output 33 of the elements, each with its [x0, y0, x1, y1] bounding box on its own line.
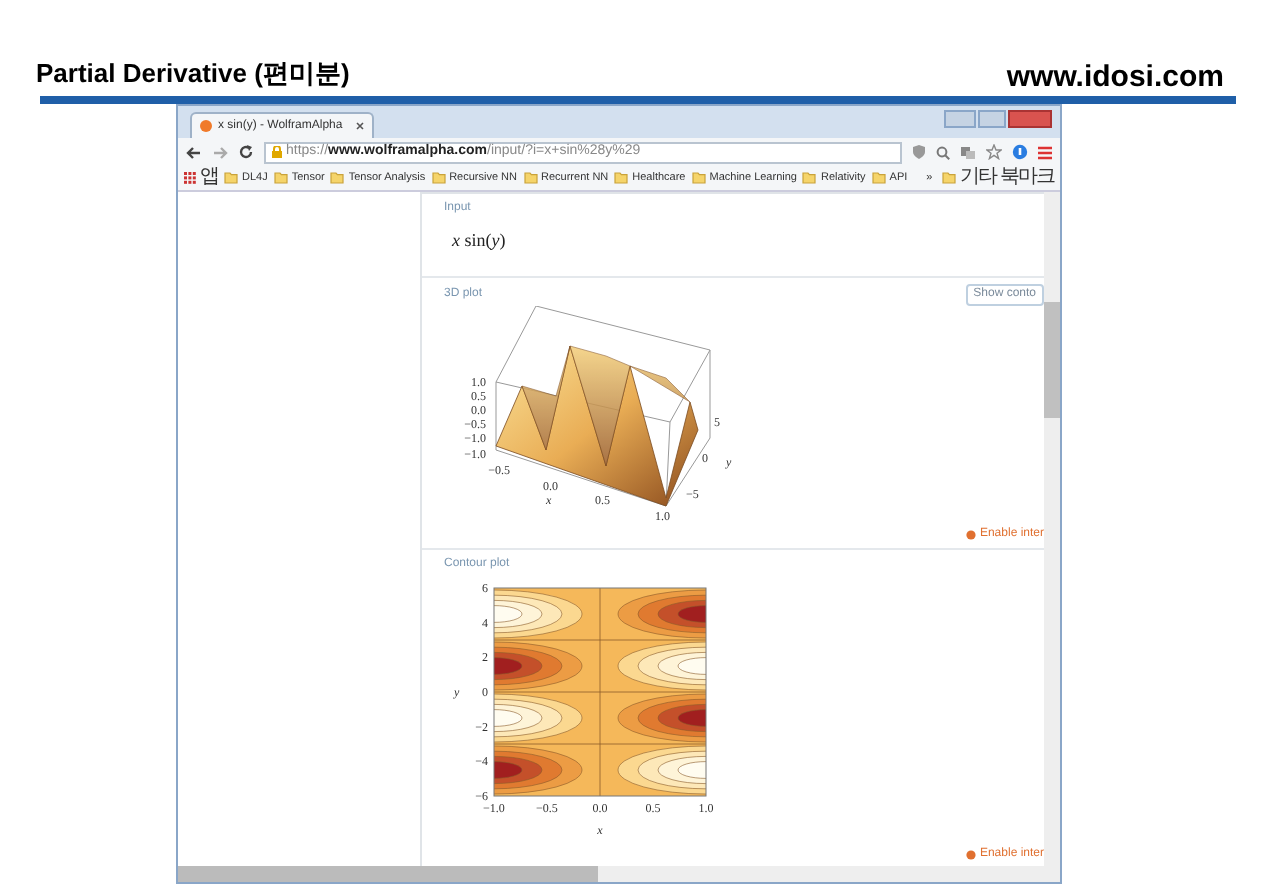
favicon-icon [200, 120, 212, 132]
folder-icon [942, 172, 957, 184]
close-button[interactable] [1008, 110, 1052, 128]
folder-icon [273, 172, 288, 184]
folder-icon [224, 172, 238, 184]
back-icon[interactable] [186, 145, 202, 159]
extension-icon[interactable] [1012, 144, 1028, 160]
search-icon[interactable] [936, 145, 950, 159]
folder-icon [330, 172, 345, 184]
translate-icon[interactable] [960, 145, 976, 159]
folder-icon [871, 172, 886, 184]
horizontal-scrollbar[interactable] [178, 866, 1044, 882]
lock-icon [272, 146, 282, 158]
folder-icon [614, 172, 629, 184]
formula: x sin(y) [449, 228, 508, 254]
folder-icon [431, 172, 446, 184]
site-address: www.idosi.com [1006, 57, 1224, 97]
folder-icon [523, 172, 538, 184]
folder-icon [691, 172, 706, 184]
folder-icon [802, 172, 817, 184]
star-icon[interactable] [986, 144, 1002, 160]
close-icon[interactable] [356, 122, 364, 130]
apps-bookmark[interactable]: 앱 [184, 168, 218, 188]
apps-grid-icon [184, 172, 196, 184]
slide-title: Partial Derivative (편미분) [36, 55, 350, 92]
vertical-scrollbar[interactable] [1044, 192, 1060, 882]
reload-icon[interactable] [238, 144, 254, 160]
forward-icon[interactable] [212, 145, 228, 159]
shield-icon[interactable] [912, 144, 926, 160]
maximize-button[interactable] [978, 110, 1006, 128]
menu-icon[interactable] [1038, 145, 1052, 159]
bookmark-folder[interactable]: 기타 북마크 [942, 168, 1054, 188]
minimize-button[interactable] [944, 110, 976, 128]
